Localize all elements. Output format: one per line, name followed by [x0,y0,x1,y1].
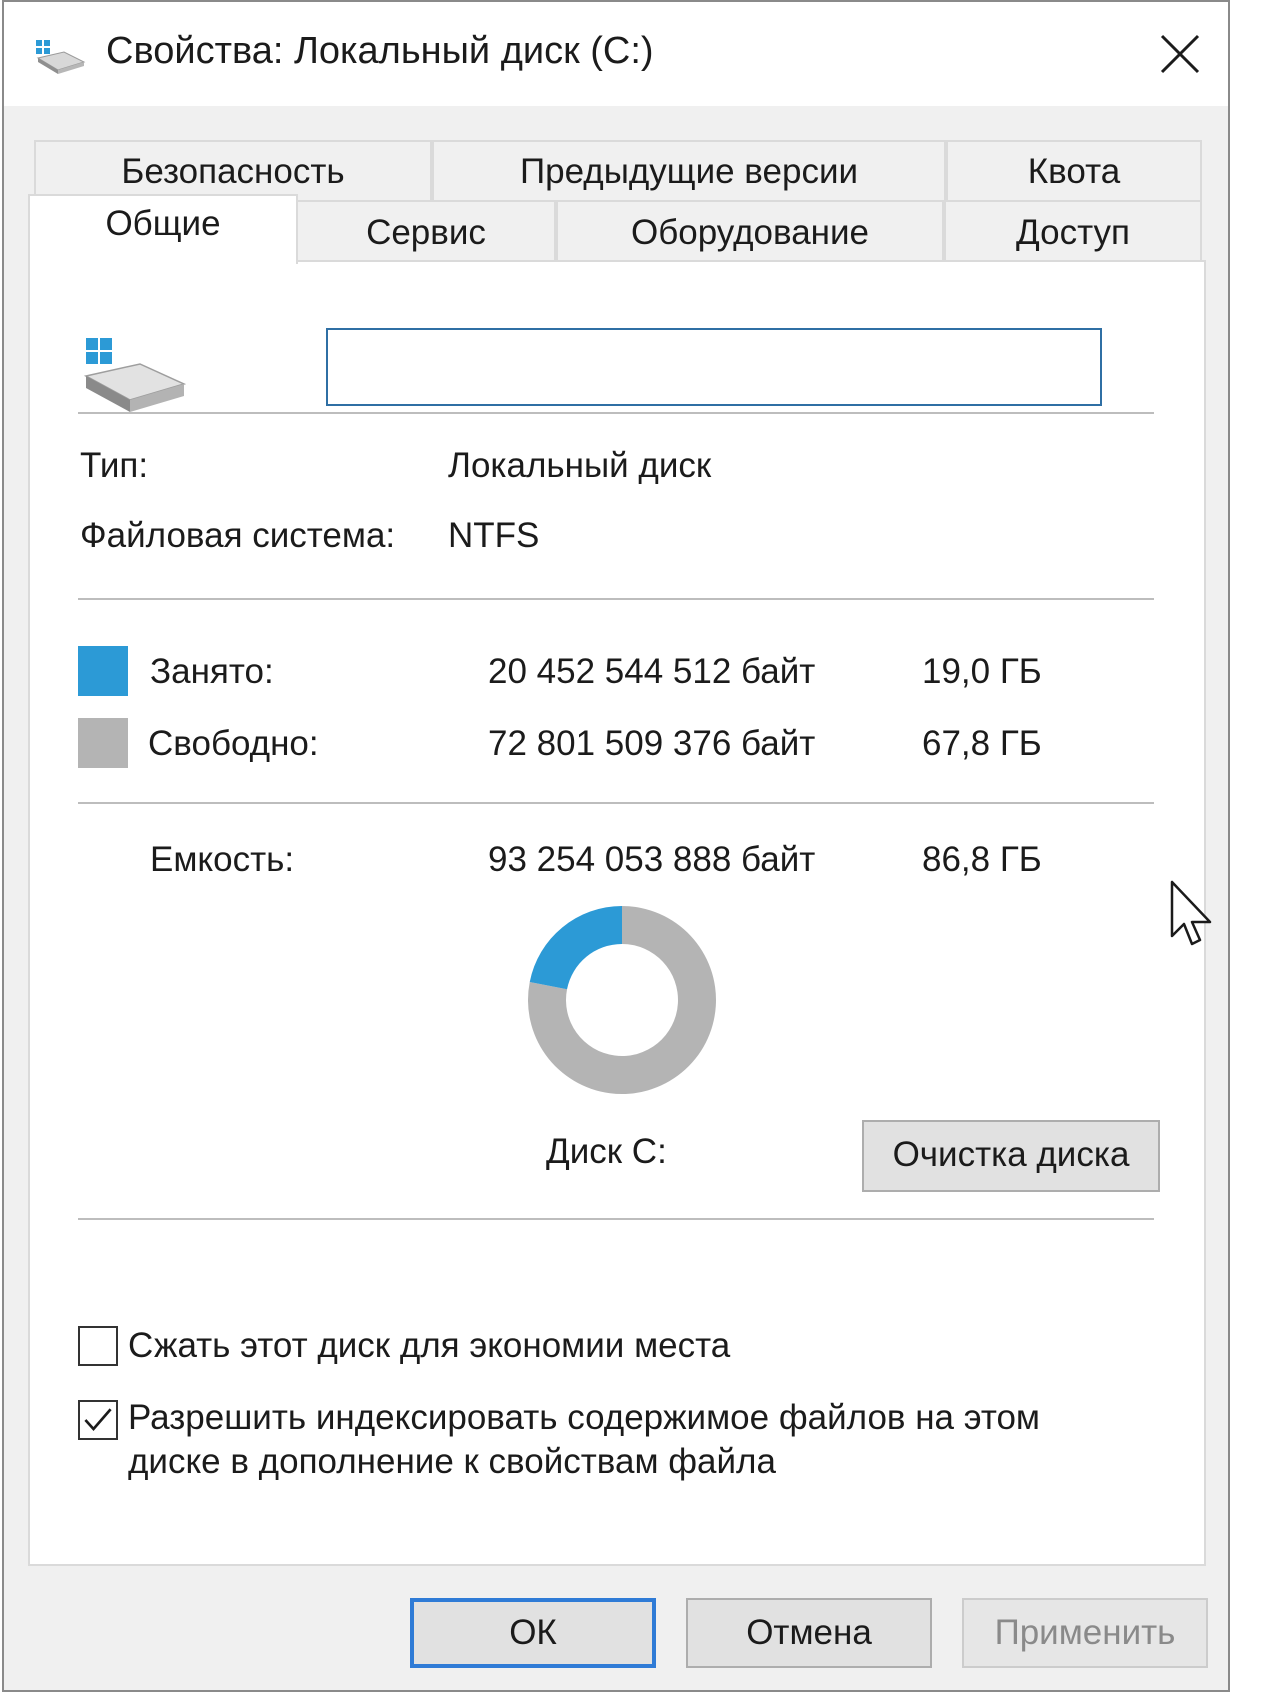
capacity-label: Емкость: [150,840,295,879]
tab-general[interactable]: Общие [28,194,298,264]
disk-usage-donut [528,906,716,1094]
free-gb: 67,8 ГБ [922,724,1042,763]
free-label: Свободно: [148,724,319,763]
index-checkbox[interactable] [78,1400,118,1440]
mouse-cursor-icon [1170,880,1212,946]
drive-name-input[interactable] [326,328,1102,406]
capacity-gb: 86,8 ГБ [922,840,1042,879]
apply-button[interactable]: Применить [962,1598,1208,1668]
index-label-line2[interactable]: диске в дополнение к свойствам файла [128,1442,776,1482]
disk-cleanup-button[interactable]: Очистка диска [862,1120,1160,1192]
separator [78,412,1154,414]
close-icon[interactable] [1154,28,1206,80]
separator [78,802,1154,804]
tab-hardware[interactable]: Оборудование [556,200,944,262]
checkmark-icon [84,1408,112,1432]
tab-sharing[interactable]: Доступ [944,200,1202,262]
filesystem-label: Файловая система: [80,516,396,555]
ok-button[interactable]: ОК [410,1598,656,1668]
window-title: Свойства: Локальный диск (C:) [106,30,654,72]
used-space-swatch [78,646,128,696]
index-label-line1[interactable]: Разрешить индексировать содержимое файло… [128,1398,1040,1438]
donut-used-segment [529,906,622,990]
used-bytes: 20 452 544 512 байт [488,652,816,691]
used-label: Занято: [150,652,274,691]
type-value: Локальный диск [448,446,712,485]
used-gb: 19,0 ГБ [922,652,1042,691]
general-tab-panel: Тип: Локальный диск Файловая система: NT… [28,260,1206,1566]
separator [78,1218,1154,1220]
tab-quota[interactable]: Квота [946,140,1202,200]
free-space-swatch [78,718,128,768]
disk-label: Диск С: [546,1132,667,1171]
free-bytes: 72 801 509 376 байт [488,724,816,763]
compress-checkbox[interactable] [78,1326,118,1366]
separator [78,598,1154,600]
properties-window: Свойства: Локальный диск (C:) Безопаснос… [2,0,1230,1692]
capacity-bytes: 93 254 053 888 байт [488,840,816,879]
tab-previous-versions[interactable]: Предыдущие версии [432,140,946,200]
cancel-button[interactable]: Отмена [686,1598,932,1668]
tab-service[interactable]: Сервис [296,200,556,262]
compress-label[interactable]: Сжать этот диск для экономии места [128,1326,730,1366]
tab-security[interactable]: Безопасность [34,140,432,200]
filesystem-value: NTFS [448,516,540,555]
type-label: Тип: [80,446,149,485]
title-bar: Свойства: Локальный диск (C:) [4,2,1228,106]
drive-icon [83,338,187,412]
drive-icon [36,40,86,74]
